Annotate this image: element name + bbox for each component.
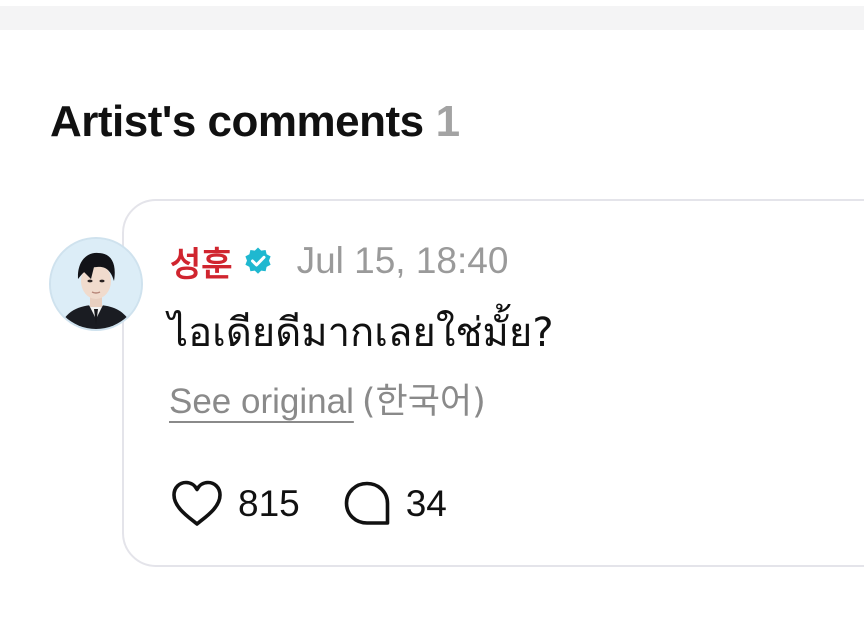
like-count: 815 bbox=[238, 483, 300, 524]
translation-info: See original (한국어) bbox=[169, 380, 486, 424]
original-language-label: (한국어) bbox=[361, 382, 486, 422]
comment-count: 1 bbox=[435, 97, 460, 146]
author-name[interactable]: 성훈 bbox=[170, 237, 233, 286]
section-title: Artist's comments 1 bbox=[50, 96, 460, 148]
top-divider-strip bbox=[0, 0, 864, 30]
comment-header: 성훈 Jul 15, 18:40 bbox=[170, 237, 509, 286]
comment-timestamp: Jul 15, 18:40 bbox=[296, 240, 509, 281]
avatar-portrait-icon bbox=[51, 239, 141, 329]
reply-button[interactable]: 34 bbox=[342, 479, 447, 529]
section-title-label: Artist's comments bbox=[50, 97, 424, 146]
verified-badge-icon bbox=[243, 246, 273, 276]
comment-body: ไอเดียดีมากเลยใช่มั้ย? bbox=[168, 310, 554, 356]
like-button[interactable]: 815 bbox=[170, 479, 300, 529]
speech-bubble-icon bbox=[344, 481, 390, 525]
heart-icon bbox=[172, 480, 222, 526]
reply-count: 34 bbox=[405, 483, 447, 524]
see-original-link[interactable]: See original bbox=[169, 382, 354, 421]
comment-actions: 815 34 bbox=[170, 478, 447, 530]
avatar[interactable] bbox=[49, 237, 143, 331]
